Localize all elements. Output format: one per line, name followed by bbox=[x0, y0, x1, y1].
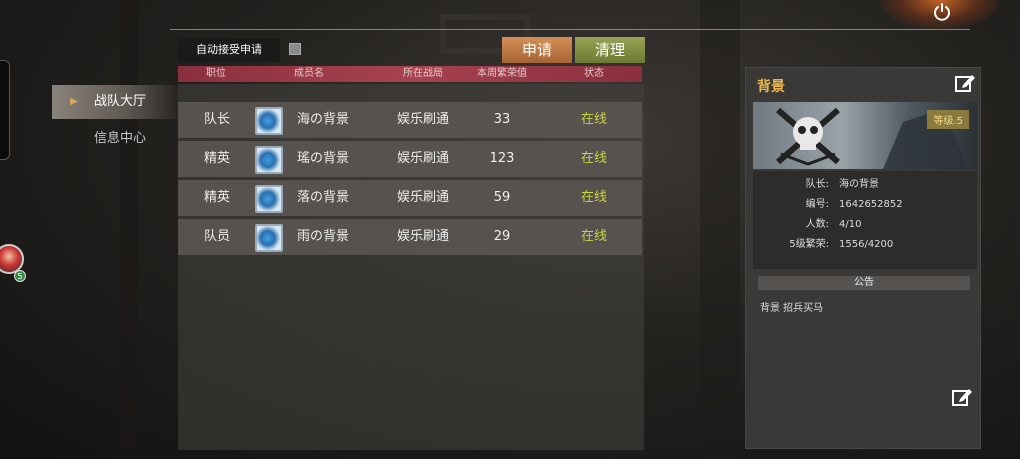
member-status: 在线 bbox=[580, 112, 607, 127]
header-rank: 职位 bbox=[206, 68, 226, 79]
member-name: 瑤の背景 bbox=[296, 151, 349, 166]
member-avatar-icon bbox=[255, 224, 283, 252]
side-handle[interactable] bbox=[0, 60, 10, 160]
member-rank: 队员 bbox=[203, 229, 230, 244]
edit-icon[interactable] bbox=[954, 72, 976, 94]
member-status: 在线 bbox=[580, 151, 607, 166]
member-avatar-icon bbox=[255, 107, 283, 135]
detail-members: 人数: 4/10 bbox=[753, 215, 977, 235]
auto-accept-label: 自动接受申请 bbox=[178, 38, 280, 62]
member-region: 娱乐刷通 bbox=[396, 229, 449, 244]
auto-accept-checkbox[interactable] bbox=[289, 43, 301, 55]
top-divider bbox=[170, 29, 970, 30]
background-tree bbox=[700, 0, 740, 459]
arrow-right-icon: ▶ bbox=[70, 96, 78, 107]
member-name: 海の背景 bbox=[296, 112, 349, 127]
nav-item-team-lobby[interactable]: ▶ 战队大厅 bbox=[52, 85, 178, 119]
header-status: 状态 bbox=[584, 68, 604, 79]
avatar-level-badge: 5 bbox=[14, 270, 26, 282]
member-row[interactable]: 精英 瑤の背景 娱乐刷通 123 在线 bbox=[178, 141, 642, 177]
member-row[interactable]: 精英 落の背景 娱乐刷通 59 在线 bbox=[178, 180, 642, 216]
member-rank: 队长 bbox=[203, 112, 230, 127]
detail-value: 1556/4200 bbox=[839, 239, 894, 250]
detail-label: 人数: bbox=[805, 219, 829, 230]
header-score: 本周繁荣值 bbox=[477, 68, 527, 79]
header-name: 成员名 bbox=[294, 68, 324, 79]
notice-text: 背景 招兵买马 bbox=[760, 303, 824, 314]
member-rank: 精英 bbox=[203, 190, 230, 205]
detail-value: 4/10 bbox=[839, 219, 862, 230]
detail-value: 海の背景 bbox=[839, 179, 879, 190]
member-rank: 精英 bbox=[203, 151, 230, 166]
apply-button[interactable]: 申请 bbox=[502, 37, 572, 63]
detail-leader: 队长: 海の背景 bbox=[753, 175, 977, 195]
team-level-badge: 等级.5 bbox=[927, 110, 969, 129]
detail-label: 5级繁荣: bbox=[789, 239, 829, 250]
member-avatar-icon bbox=[255, 185, 283, 213]
header-region: 所在战局 bbox=[403, 68, 443, 79]
member-avatar-icon bbox=[255, 146, 283, 174]
member-region: 娱乐刷通 bbox=[396, 151, 449, 166]
nav-item-label: 战队大厅 bbox=[94, 94, 147, 109]
member-name: 雨の背景 bbox=[296, 229, 349, 244]
member-row[interactable]: 队长 海の背景 娱乐刷通 33 在线 bbox=[178, 102, 642, 138]
notice-header: 公告 bbox=[758, 276, 970, 290]
member-score: 59 bbox=[493, 190, 511, 205]
member-row[interactable]: 队员 雨の背景 娱乐刷通 29 在线 bbox=[178, 219, 642, 255]
member-status: 在线 bbox=[580, 229, 607, 244]
detail-label: 编号: bbox=[805, 199, 829, 210]
team-details: 队长: 海の背景 编号: 1642652852 人数: 4/10 5级繁荣: 1… bbox=[753, 171, 977, 269]
background-tree bbox=[120, 0, 138, 459]
team-info-panel: 背景 等级.5 队长: 海の背景 编号: 1642652852 人数: 4/10… bbox=[745, 67, 981, 449]
power-icon[interactable] bbox=[928, 0, 956, 24]
member-score: 123 bbox=[489, 151, 515, 166]
member-list-panel bbox=[178, 84, 644, 450]
detail-id: 编号: 1642652852 bbox=[753, 195, 977, 215]
member-score: 33 bbox=[493, 112, 511, 127]
member-region: 娱乐刷通 bbox=[396, 112, 449, 127]
detail-prosperity: 5级繁荣: 1556/4200 bbox=[753, 235, 977, 255]
member-name: 落の背景 bbox=[296, 190, 349, 205]
detail-value: 1642652852 bbox=[839, 199, 903, 210]
nav-item-info-center[interactable]: 信息中心 bbox=[52, 122, 178, 156]
edit-icon[interactable] bbox=[951, 386, 973, 408]
team-name: 背景 bbox=[757, 79, 785, 95]
clean-button[interactable]: 清理 bbox=[575, 37, 645, 63]
member-score: 29 bbox=[493, 229, 511, 244]
team-banner: 等级.5 bbox=[753, 102, 977, 169]
member-region: 娱乐刷通 bbox=[396, 190, 449, 205]
detail-label: 队长: bbox=[805, 179, 829, 190]
member-table-header: 职位 成员名 所在战局 本周繁荣值 状态 bbox=[178, 66, 642, 82]
member-status: 在线 bbox=[580, 190, 607, 205]
nav-item-label: 信息中心 bbox=[94, 131, 147, 146]
